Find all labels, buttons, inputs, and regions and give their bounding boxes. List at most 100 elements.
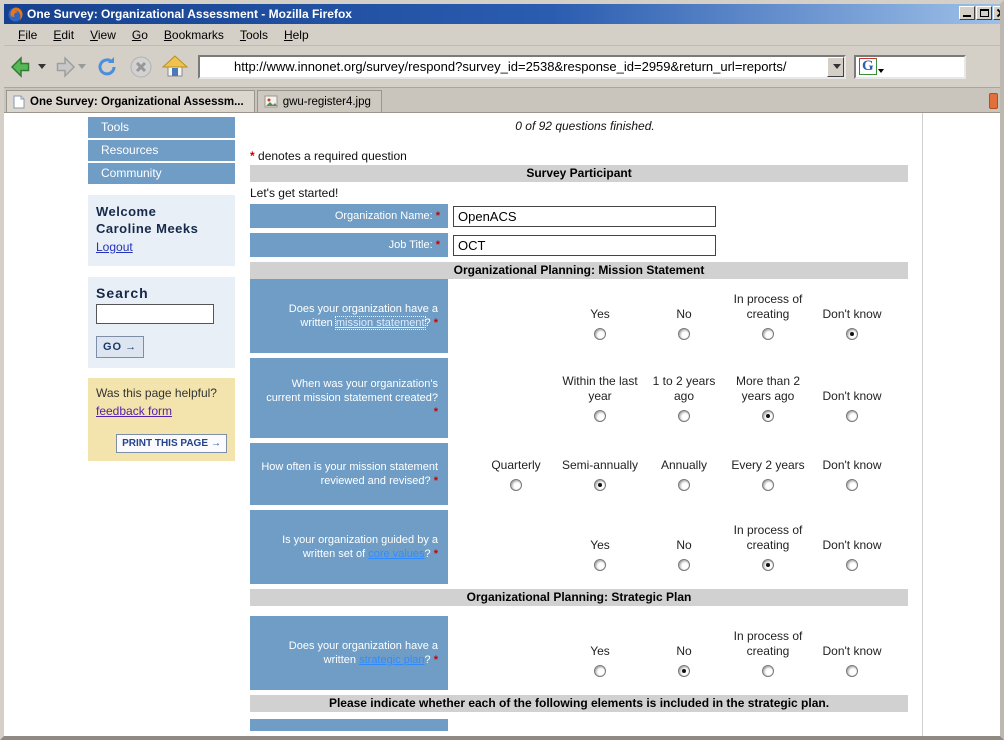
arrow-right-icon: →: [211, 438, 221, 449]
question-label-text: Is your organization guided by a written…: [260, 533, 438, 561]
field-label: Organization Name: *: [250, 204, 448, 228]
search-label: Search: [96, 285, 227, 301]
back-history-caret-icon[interactable]: [38, 64, 46, 69]
tab-2[interactable]: gwu-register4.jpg: [257, 90, 382, 112]
tab-overflow-button[interactable]: [989, 93, 998, 109]
radio-button[interactable]: [594, 665, 606, 677]
menu-item-help[interactable]: Help: [278, 26, 319, 44]
search-engine-caret-icon[interactable]: [878, 69, 884, 73]
close-button[interactable]: [993, 6, 1000, 20]
home-button[interactable]: [162, 54, 188, 80]
answer-option-label: Quarterly: [491, 458, 540, 473]
sidebar-item-community[interactable]: Community: [88, 163, 235, 184]
radio-button[interactable]: [762, 328, 774, 340]
answer-option-label: No: [676, 644, 691, 659]
menu-item-edit[interactable]: Edit: [47, 26, 84, 44]
answer-option: Yes: [558, 307, 642, 340]
minimize-button[interactable]: [959, 6, 975, 20]
radio-button[interactable]: [594, 479, 606, 491]
print-page-button[interactable]: PRINT THIS PAGE →: [116, 434, 227, 453]
radio-button[interactable]: [846, 559, 858, 571]
menu-item-view[interactable]: View: [84, 26, 126, 44]
search-engine-box[interactable]: G: [854, 55, 966, 79]
required-star: *: [250, 149, 255, 163]
question-row: When was your organization's current mis…: [250, 358, 922, 438]
maximize-button[interactable]: [976, 6, 992, 20]
answer-option-label: No: [676, 307, 691, 322]
forward-button[interactable]: [50, 55, 86, 79]
answer-options: QuarterlySemi-annuallyAnnuallyEvery 2 ye…: [474, 458, 894, 491]
maximize-icon: [980, 9, 989, 17]
menu-item-bookmarks[interactable]: Bookmarks: [158, 26, 234, 44]
question-label: Does your organization have a written st…: [250, 616, 448, 690]
url-input[interactable]: [200, 58, 827, 76]
go-button[interactable]: GO →: [96, 336, 144, 358]
answer-option: Don't know: [810, 458, 894, 491]
answer-option: Semi-annually: [558, 458, 642, 491]
answer-option-label: In process of creating: [726, 292, 810, 322]
radio-button[interactable]: [678, 665, 690, 677]
field-input[interactable]: [453, 235, 716, 256]
answer-option-label: Yes: [590, 307, 610, 322]
firefox-icon: [8, 7, 23, 22]
question-label-text: Does your organization have a written mi…: [260, 302, 438, 330]
stop-icon: [129, 55, 153, 79]
radio-button[interactable]: [678, 410, 690, 422]
survey-main: 0 of 92 questions finished. * denotes a …: [248, 113, 923, 736]
stop-button[interactable]: [128, 54, 154, 80]
glossary-link[interactable]: mission statement: [336, 317, 425, 329]
radio-button[interactable]: [762, 479, 774, 491]
radio-button[interactable]: [762, 665, 774, 677]
answer-option-label: In process of creating: [726, 523, 810, 553]
tab-1[interactable]: One Survey: Organizational Assessm...: [6, 90, 255, 112]
title-bar: One Survey: Organizational Assessment - …: [4, 4, 1000, 24]
menu-item-tools[interactable]: Tools: [234, 26, 278, 44]
question-label: Does your organization have a written mi…: [250, 279, 448, 353]
logout-link[interactable]: Logout: [96, 240, 133, 254]
search-input[interactable]: [96, 304, 214, 324]
forward-history-caret-icon[interactable]: [78, 64, 86, 69]
question-label: [250, 719, 448, 731]
radio-button[interactable]: [846, 328, 858, 340]
answer-option-label: Every 2 years: [731, 458, 804, 473]
back-button[interactable]: [10, 55, 46, 79]
google-logo-icon[interactable]: G: [859, 58, 877, 75]
radio-button[interactable]: [678, 479, 690, 491]
answer-option: No: [642, 307, 726, 340]
radio-button[interactable]: [762, 410, 774, 422]
field-label-text: Organization Name:: [335, 210, 433, 222]
answer-option-label: Yes: [590, 644, 610, 659]
radio-button[interactable]: [846, 479, 858, 491]
sidebar-item-resources[interactable]: Resources: [88, 140, 235, 161]
menu-item-file[interactable]: File: [12, 26, 47, 44]
firefox-window: One Survey: Organizational Assessment - …: [0, 0, 1004, 740]
glossary-link[interactable]: strategic plan: [359, 654, 424, 666]
sidebar-item-tools[interactable]: Tools: [88, 117, 235, 138]
answer-option: In process of creating: [726, 292, 810, 340]
menu-item-go[interactable]: Go: [126, 26, 158, 44]
field-input[interactable]: [453, 206, 716, 227]
answer-option: Yes: [558, 644, 642, 677]
answer-option: No: [642, 538, 726, 571]
radio-button[interactable]: [762, 559, 774, 571]
required-note-text: denotes a required question: [258, 149, 407, 163]
radio-button[interactable]: [594, 559, 606, 571]
radio-button[interactable]: [510, 479, 522, 491]
url-dropdown-button[interactable]: [827, 57, 844, 77]
radio-button[interactable]: [678, 559, 690, 571]
radio-button[interactable]: [594, 328, 606, 340]
glossary-link[interactable]: core values: [368, 548, 424, 560]
required-star: *: [431, 475, 438, 487]
url-dropdown-caret-icon: [833, 64, 841, 69]
page-content: ToolsResourcesCommunity Welcome Caroline…: [4, 112, 1000, 736]
radio-button[interactable]: [846, 410, 858, 422]
radio-button[interactable]: [678, 328, 690, 340]
radio-button[interactable]: [594, 410, 606, 422]
radio-button[interactable]: [846, 665, 858, 677]
feedback-form-link[interactable]: feedback form: [96, 404, 172, 418]
print-button-label: PRINT THIS PAGE: [122, 438, 208, 449]
reload-button[interactable]: [94, 54, 120, 80]
arrow-right-icon: →: [125, 341, 137, 353]
question-label: How often is your mission statement revi…: [250, 443, 448, 505]
section-header: Survey Participant: [250, 165, 908, 182]
